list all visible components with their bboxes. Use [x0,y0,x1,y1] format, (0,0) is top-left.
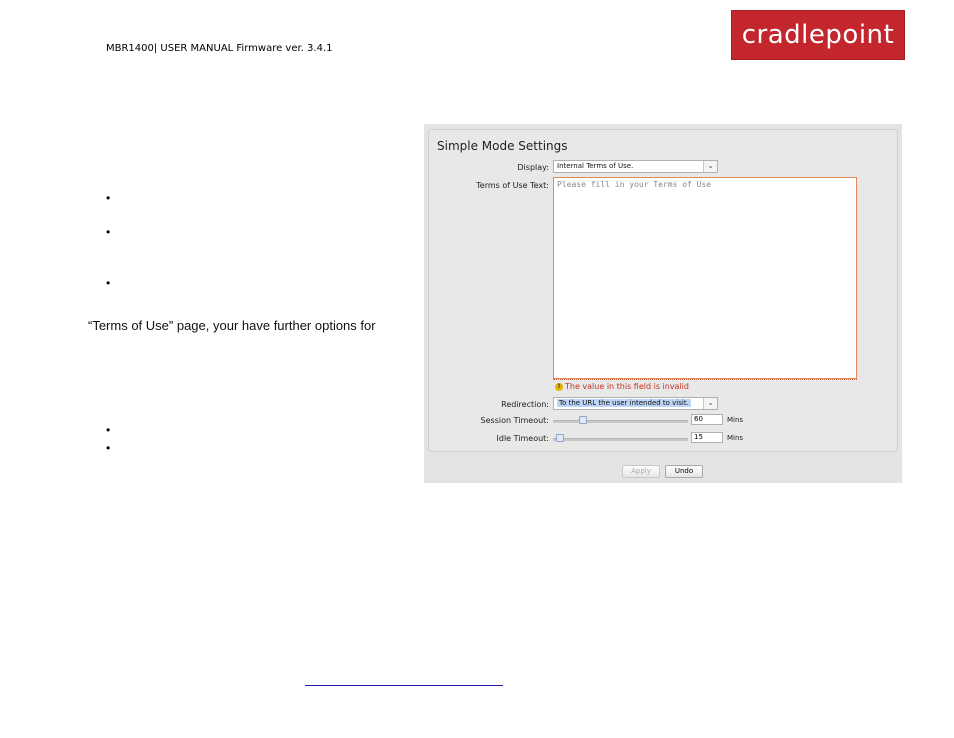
idle-slider-track[interactable] [553,438,688,441]
undo-button[interactable]: Undo [665,465,703,478]
cradlepoint-logo: cradlepoint [731,10,905,60]
idle-timeout-input[interactable]: 15 [691,432,723,443]
error-text: The value in this field is invalid [565,382,689,391]
simple-mode-settings-panel: Simple Mode Settings Display: Internal T… [428,129,898,452]
body-text-line: “Terms of Use” page, your have further o… [88,318,376,333]
apply-button[interactable]: Apply [622,465,660,478]
display-select[interactable]: Internal Terms of Use. ⌄ [553,160,718,173]
chevron-down-icon: ⌄ [703,398,717,409]
terms-textarea[interactable]: Please fill in your Terms of Use [553,177,857,379]
settings-screenshot: Simple Mode Settings Display: Internal T… [424,124,902,483]
textarea-invalid-underline [553,379,857,380]
manual-header-text: MBR1400| USER MANUAL Firmware ver. 3.4.1 [106,43,333,54]
warning-icon: ! [555,382,563,391]
bullet: • [106,225,111,239]
session-slider-thumb[interactable] [579,416,587,424]
session-slider-track[interactable] [553,420,688,423]
bullet: • [106,276,111,290]
error-message: ! The value in this field is invalid [555,382,689,391]
redirection-select-value: To the URL the user intended to visit. [557,399,691,407]
session-timeout-label: Session Timeout: [480,416,549,425]
redirection-label: Redirection: [501,400,549,409]
display-label: Display: [517,163,549,172]
display-select-value: Internal Terms of Use. [557,162,634,170]
hyperlink-underline[interactable] [305,685,503,686]
redirection-select[interactable]: To the URL the user intended to visit. ⌄ [553,397,718,410]
bullet: • [106,191,111,205]
chevron-down-icon: ⌄ [703,161,717,172]
bullet: • [106,441,111,455]
session-unit: Mins [727,416,744,424]
panel-title: Simple Mode Settings [437,139,568,153]
idle-timeout-label: Idle Timeout: [496,434,550,443]
idle-slider-thumb[interactable] [556,434,564,442]
session-timeout-input[interactable]: 60 [691,414,723,425]
bullet: • [106,423,111,437]
terms-label: Terms of Use Text: [476,181,549,190]
idle-unit: Mins [727,434,744,442]
